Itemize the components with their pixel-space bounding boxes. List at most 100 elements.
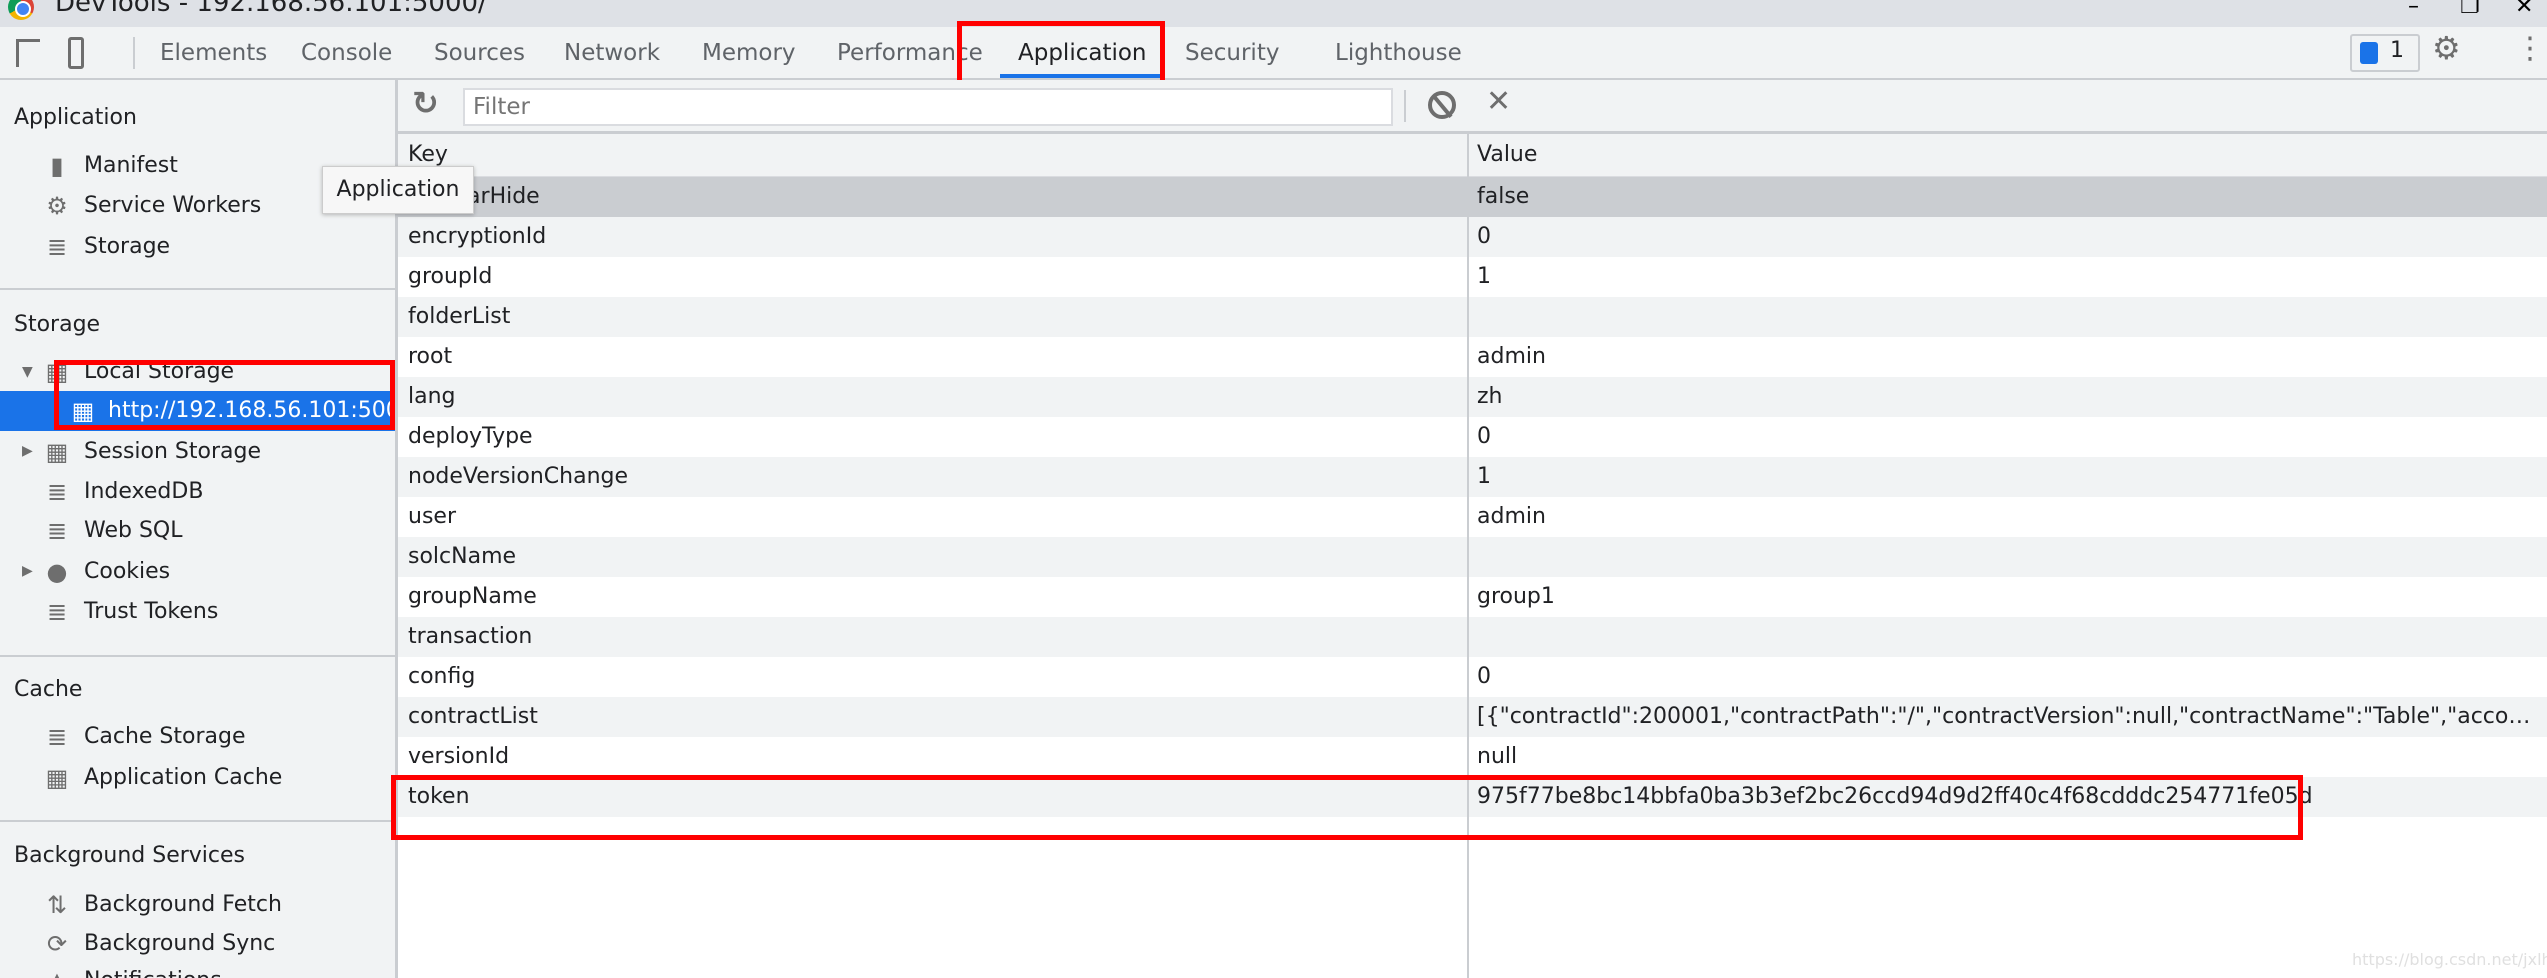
sidebar-item-background-fetch[interactable]: Background Fetch [84,892,282,917]
clear-all-icon[interactable] [1428,91,1456,119]
divider [0,655,395,657]
row-value: false [1477,184,1530,209]
tab-console[interactable]: Console [301,27,392,78]
expanded-triangle-icon[interactable]: ▼ [22,364,33,380]
row-value: admin [1477,344,1546,369]
row-key: lang [408,384,456,409]
restore-button[interactable]: ❐ [2460,0,2480,19]
column-header-value[interactable]: Value [1477,142,1537,167]
row-key: root [408,344,453,369]
sidebar-item-indexeddb[interactable]: IndexedDB [84,479,203,504]
collapsed-triangle-icon[interactable]: ▶ [22,443,33,459]
table-grid-icon: ▦ [45,438,69,466]
row-key: solcName [408,544,517,569]
service-workers-gear-icon: ⚙ [46,192,68,220]
issues-button[interactable]: 1 [2350,34,2420,72]
table-row[interactable]: deployType 0 [398,417,2547,457]
table-grid-icon: ▦ [45,764,69,792]
table-row[interactable]: encryptionId 0 [398,217,2547,257]
issues-count: 1 [2390,38,2404,63]
section-header-storage: Storage [14,312,101,337]
section-header-application: Application [14,105,137,130]
row-value: 0 [1477,424,1491,449]
sidebar-item-cache-storage[interactable]: Cache Storage [84,724,246,749]
column-divider[interactable] [1467,134,1469,978]
close-window-button[interactable]: ✕ [2515,0,2533,19]
tab-sources[interactable]: Sources [434,27,525,78]
column-header-key[interactable]: Key [408,142,448,167]
row-key: transaction [408,624,533,649]
database-icon: ≣ [46,478,68,506]
sidebar-item-background-sync[interactable]: Background Sync [84,931,275,956]
table-row[interactable]: groupId 1 [398,257,2547,297]
tab-security[interactable]: Security [1185,27,1279,78]
database-icon: ≣ [46,723,68,751]
database-icon: ≣ [46,517,68,545]
table-row[interactable]: sidebarHidefalse [398,177,2547,217]
table-row[interactable]: contractList [{"contractId":200001,"contr… [398,697,2547,737]
row-value: 0 [1477,664,1491,689]
highlight-box-token-row [391,775,2303,840]
row-value: admin [1477,504,1546,529]
table-header: Key Value [398,134,2547,177]
sidebar-item-cookies[interactable]: Cookies [84,559,170,584]
settings-gear-icon[interactable]: ⚙ [2432,29,2461,67]
row-value: group1 [1477,584,1555,609]
sidebar-item-session-storage[interactable]: Session Storage [84,439,261,464]
tab-network[interactable]: Network [564,27,660,78]
table-row[interactable]: lang zh [398,377,2547,417]
highlight-box-application-tab [957,21,1165,88]
table-row[interactable]: user admin [398,497,2547,537]
divider [1404,90,1406,122]
delete-selected-icon[interactable]: ✕ [1486,84,1511,119]
window-title-bar: DevTools - 192.168.56.101:5000/ – ❐ ✕ [0,0,2547,27]
table-row[interactable]: folderList [398,297,2547,337]
row-key: groupId [408,264,493,289]
refresh-icon[interactable]: ↻ [412,84,439,122]
table-row[interactable]: root admin [398,337,2547,377]
row-key: deployType [408,424,533,449]
sidebar-item-service-workers[interactable]: Service Workers [84,193,261,218]
issues-icon [2360,42,2378,64]
sidebar-item-manifest[interactable]: Manifest [84,153,178,178]
inspect-element-icon[interactable] [16,39,40,67]
manifest-file-icon: ▮ [50,152,64,180]
divider [0,288,395,290]
table-row[interactable]: versionId null [398,737,2547,777]
more-options-icon[interactable]: ⋮ [2515,31,2545,66]
sidebar-item-application-cache[interactable]: Application Cache [84,765,282,790]
up-down-arrows-icon: ⇅ [46,891,68,919]
window-title: DevTools - 192.168.56.101:5000/ [55,0,487,18]
local-storage-table: Key Value sidebarHidefalse encryptionId 0 g… [398,134,2547,978]
chrome-logo-icon [8,0,34,20]
tab-lighthouse[interactable]: Lighthouse [1335,27,1462,78]
row-value: null [1477,744,1518,769]
row-key: folderList [408,304,511,329]
row-key: groupName [408,584,537,609]
tab-memory[interactable]: Memory [702,27,796,78]
sidebar-item-web-sql[interactable]: Web SQL [84,518,183,543]
table-row[interactable]: solcName [398,537,2547,577]
tooltip: Application [322,166,474,214]
device-toolbar-icon[interactable] [68,37,84,69]
table-row[interactable]: config 0 [398,657,2547,697]
table-row[interactable]: nodeVersionChange 1 [398,457,2547,497]
database-icon: ≣ [46,598,68,626]
filter-input[interactable] [463,88,1393,126]
section-header-cache: Cache [14,677,83,702]
table-row[interactable]: transaction [398,617,2547,657]
bell-icon: ▲ [44,968,70,978]
collapsed-triangle-icon[interactable]: ▶ [22,563,33,579]
row-key: user [408,504,456,529]
sidebar-item-storage[interactable]: Storage [84,234,170,259]
minimize-button[interactable]: – [2408,0,2419,19]
row-key: config [408,664,476,689]
sidebar-item-trust-tokens[interactable]: Trust Tokens [84,599,218,624]
application-sidebar: Application ▮ Manifest ⚙ Service Workers… [0,80,398,978]
row-value: [{"contractId":200001,"contractPath":"/"… [1477,704,2537,729]
devtools-tab-bar: Elements Console Sources Network Memory … [0,27,2547,80]
table-row[interactable]: groupName group1 [398,577,2547,617]
sidebar-item-notifications[interactable]: Notifications [84,968,222,978]
tab-elements[interactable]: Elements [160,27,267,78]
sync-icon: ⟳ [46,930,68,958]
